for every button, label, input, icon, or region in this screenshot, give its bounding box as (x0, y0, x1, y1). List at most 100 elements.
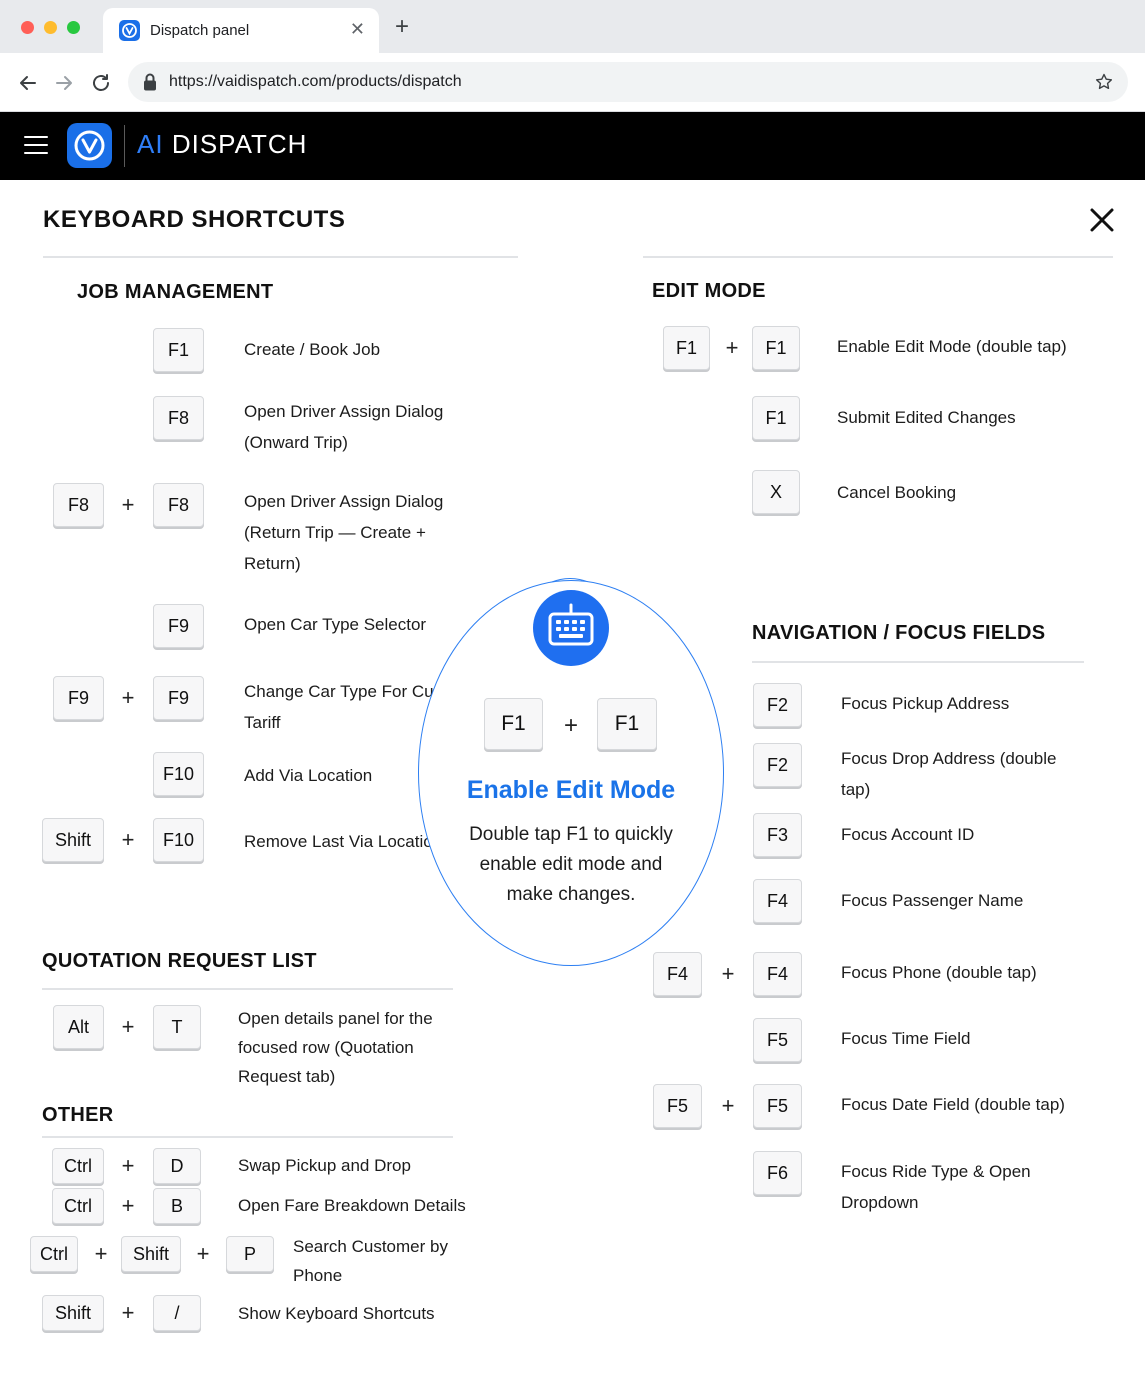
browser-tab[interactable]: Dispatch panel ✕ (103, 8, 379, 53)
desc-line: Open Driver Assign Dialog (244, 492, 444, 511)
shortcut-description: Open Driver Assign Dialog (Return Trip — … (244, 486, 443, 579)
key-badge: Ctrl (52, 1188, 104, 1224)
menu-icon[interactable] (24, 136, 48, 156)
shortcut-description: Focus Pickup Address (841, 694, 1010, 713)
shortcut-description: Remove Last Via Locatio (244, 832, 433, 851)
desc-line: (Onward Trip) (244, 433, 348, 452)
plus-sign: + (121, 685, 135, 710)
reload-icon[interactable] (89, 71, 113, 95)
key-badge: Shift (121, 1236, 181, 1272)
plus-sign: + (121, 1014, 135, 1039)
shortcut-description: Focus Time Field (841, 1029, 971, 1048)
key-badge: F4 (753, 952, 802, 996)
divider (643, 256, 1113, 258)
shortcut-description: Enable Edit Mode (double tap) (837, 337, 1067, 356)
key-badge: F4 (753, 879, 802, 923)
app-brand: AI DISPATCH (137, 129, 307, 160)
section-title-quotation: QUOTATION REQUEST LIST (42, 950, 317, 972)
key-badge: F4 (653, 952, 702, 996)
shortcut-description: Create / Book Job (244, 340, 381, 359)
back-arrow-icon[interactable] (16, 71, 40, 95)
divider (43, 256, 518, 258)
key-badge: F8 (153, 396, 204, 440)
new-tab-icon[interactable]: + (395, 15, 409, 39)
browser-toolbar: https://vaidispatch.com/products/dispatc… (0, 53, 1145, 112)
key-badge: Ctrl (30, 1236, 78, 1272)
key-badge: D (153, 1148, 201, 1184)
shortcut-description: Open Fare Breakdown Details (238, 1196, 466, 1215)
section-title-other: OTHER (42, 1104, 114, 1126)
desc-line: Open Driver Assign Dialog (244, 402, 444, 421)
key-badge: F8 (53, 483, 104, 527)
shortcut-description: Open details panel for the focused row (Q… (238, 1004, 433, 1091)
close-icon[interactable] (1088, 206, 1116, 234)
key-badge: T (153, 1005, 201, 1049)
divider (42, 988, 453, 990)
shortcut-description: Focus Account ID (841, 825, 975, 844)
plus-sign: + (121, 492, 135, 517)
plus-sign: + (721, 961, 735, 986)
key-badge: F2 (753, 683, 802, 727)
app-header: AI DISPATCH (0, 112, 1145, 180)
plus-sign: + (94, 1241, 108, 1266)
section-title-navigation: NAVIGATION / FOCUS FIELDS (752, 622, 1046, 644)
key-badge: F9 (153, 676, 204, 720)
app-logo-icon[interactable] (67, 123, 112, 168)
header-divider (124, 125, 125, 167)
key-badge: F5 (753, 1018, 802, 1062)
key-badge: F1 (663, 326, 710, 370)
plus-sign: + (121, 1193, 135, 1218)
key-badge: P (226, 1236, 274, 1272)
desc-line: Dropdown (841, 1193, 919, 1212)
desc-line: Open details panel for the (238, 1009, 433, 1028)
callout-text: Double tap F1 to quickly enable edit mode… (448, 820, 694, 910)
shortcut-description: Change Car Type For Cust Tariff (244, 676, 447, 738)
shortcut-description: Focus Phone (double tap) (841, 963, 1037, 982)
key-badge: X (752, 470, 800, 514)
key-badge: F5 (653, 1084, 702, 1128)
callout-title: Enable Edit Mode (466, 776, 676, 804)
window-minimize-dot[interactable] (44, 21, 57, 34)
key-badge: F1 (153, 328, 204, 372)
shortcut-description: Focus Drop Address (double tap) (841, 743, 1056, 805)
key-badge: Ctrl (52, 1148, 104, 1184)
bookmark-star-icon[interactable] (1094, 72, 1114, 92)
shortcut-description: Cancel Booking (837, 483, 957, 502)
shortcut-description: Open Driver Assign Dialog (Onward Trip) (244, 396, 443, 458)
plus-sign: + (121, 1300, 135, 1325)
shortcut-description: Add Via Location (244, 766, 373, 785)
shortcut-description: Submit Edited Changes (837, 408, 1016, 427)
desc-line: Request tab) (238, 1067, 336, 1086)
desc-line: focused row (Quotation (238, 1038, 414, 1057)
key-badge: F6 (753, 1151, 802, 1195)
key-badge: F9 (53, 676, 104, 720)
key-badge: F3 (753, 813, 802, 857)
forward-arrow-icon[interactable] (52, 71, 76, 95)
shortcut-description: Swap Pickup and Drop (238, 1156, 411, 1175)
desc-line: Focus Drop Address (double (841, 749, 1057, 768)
shortcut-description: Search Customer by Phone (293, 1232, 448, 1290)
key-badge: Shift (42, 1295, 104, 1331)
tab-close-icon[interactable]: ✕ (350, 19, 365, 40)
desc-line: Search Customer by (293, 1237, 448, 1256)
key-badge: Shift (42, 818, 104, 862)
plus-sign: + (196, 1241, 210, 1266)
shortcut-description: Open Car Type Selector (244, 615, 427, 634)
shortcut-description: Show Keyboard Shortcuts (238, 1304, 435, 1323)
key-badge: F10 (153, 752, 204, 796)
key-badge: / (153, 1295, 201, 1331)
key-badge: Alt (53, 1005, 104, 1049)
divider (42, 1136, 453, 1138)
callout-line: Double tap F1 to quickly (469, 824, 673, 845)
shortcut-description: Focus Passenger Name (841, 891, 1024, 910)
keyboard-icon (533, 590, 609, 666)
browser-tab-bar: Dispatch panel ✕ + (0, 0, 1145, 53)
window-close-dot[interactable] (21, 21, 34, 34)
panel-title: KEYBOARD SHORTCUTS (43, 206, 346, 233)
section-title-job-management: JOB MANAGEMENT (77, 281, 274, 303)
window-maximize-dot[interactable] (67, 21, 80, 34)
key-badge: F1 (752, 326, 800, 370)
shortcut-description: Focus Ride Type & Open Dropdown (841, 1156, 1031, 1218)
callout-line: make changes. (506, 884, 636, 905)
address-bar[interactable]: https://vaidispatch.com/products/dispatc… (128, 62, 1128, 102)
